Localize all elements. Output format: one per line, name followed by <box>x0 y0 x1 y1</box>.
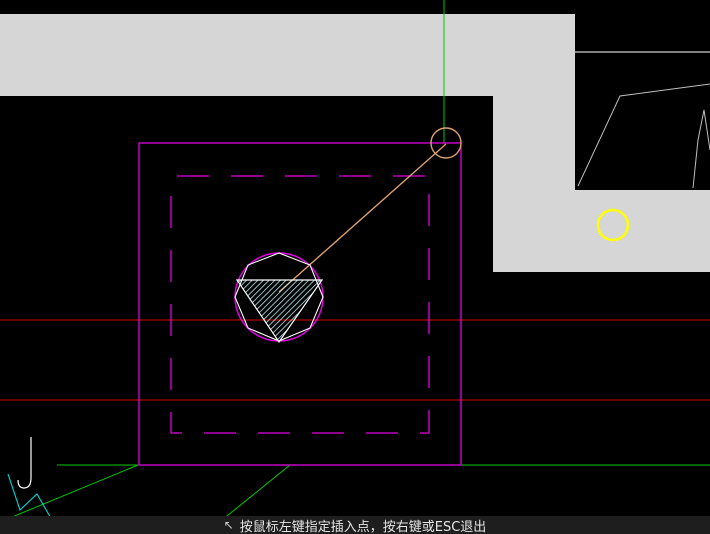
triangle-pile-icon[interactable] <box>234 252 324 344</box>
prompt-arrow-icon: ↖ <box>223 518 234 532</box>
axis-green-diagonal-2 <box>221 464 291 521</box>
command-prompt-bar: ↖ 按鼠标左键指定插入点，按右键或ESC退出 <box>0 516 710 534</box>
cad-canvas[interactable] <box>0 0 710 534</box>
command-prompt-text: 按鼠标左键指定插入点，按右键或ESC退出 <box>239 519 487 534</box>
inset-window <box>575 52 710 190</box>
cad-drawing-area[interactable]: ↖ 按鼠标左键指定插入点，按右键或ESC退出 <box>0 0 710 534</box>
axis-green-diagonal-1 <box>0 464 139 523</box>
ucs-hook-icon <box>17 437 32 489</box>
leader-line <box>278 143 447 293</box>
